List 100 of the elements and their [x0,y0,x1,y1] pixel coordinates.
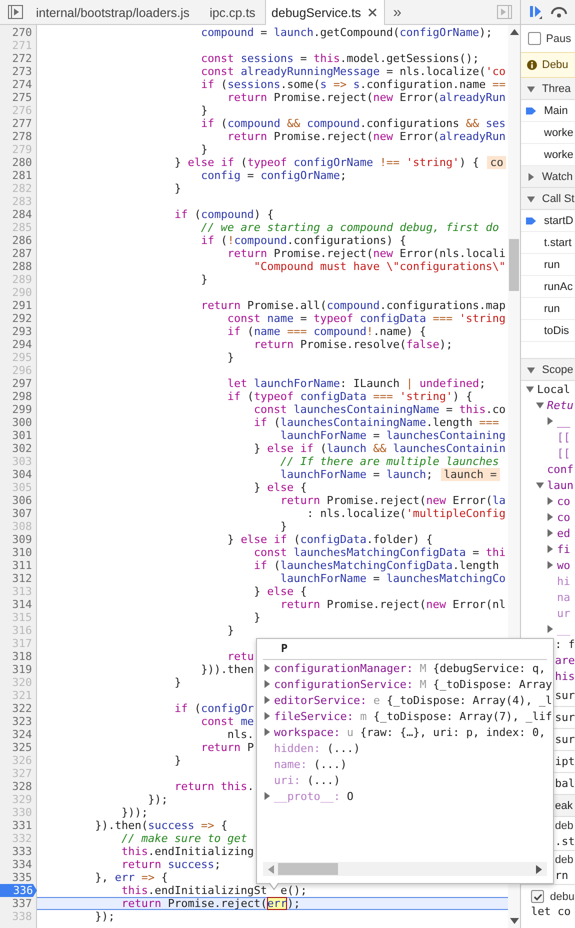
line-number[interactable]: 277 [0,117,37,130]
scrollbar-thumb[interactable] [278,863,338,875]
triangle-right-icon[interactable] [263,680,271,688]
call-frame[interactable]: run [521,254,575,276]
section-header[interactable]: Threa [521,78,575,100]
line-number[interactable]: 292 [0,312,37,325]
checkbox[interactable] [531,890,544,903]
line-number[interactable]: 334 [0,858,37,871]
section-header[interactable]: Call St [521,188,575,210]
triangle-right-icon[interactable] [546,529,554,537]
call-frame[interactable]: toDis [521,320,575,342]
more-tabs-button[interactable]: » [385,0,410,24]
line-number[interactable]: 331 [0,819,37,832]
triangle-right-icon[interactable] [263,712,271,720]
line-number[interactable]: 298 [0,390,37,403]
line-number[interactable]: 274 [0,78,37,91]
line-number[interactable]: 319 [0,663,37,676]
checkbox[interactable] [528,32,541,45]
line-number[interactable]: 312 [0,572,37,585]
triangle-down-icon[interactable] [527,84,535,92]
property-name[interactable]: co [557,494,570,508]
scroll-up-arrow-icon[interactable] [510,29,518,35]
property-name[interactable]: laun [547,478,574,492]
scope-section-header[interactable]: bal [555,773,575,795]
property-name[interactable]: __ [557,414,570,428]
step-over-icon[interactable] [550,6,568,18]
triangle-right-icon[interactable] [527,172,535,180]
line-number[interactable]: 309 [0,533,37,546]
section-header[interactable]: Watch [521,166,575,188]
triangle-right-icon[interactable] [546,625,554,633]
property-name[interactable]: co [557,510,570,524]
line-number[interactable]: 280 [0,156,37,169]
scope-section-header[interactable]: sur [555,729,575,751]
line-number[interactable]: 291 [0,299,37,312]
triangle-down-icon[interactable] [536,481,544,489]
scope-section-header[interactable]: sur [555,685,575,707]
line-number[interactable]: 311 [0,559,37,572]
line-number[interactable]: 286 [0,234,37,247]
horizontal-scrollbar[interactable] [263,862,547,876]
panel-toggle-icon[interactable] [497,5,512,19]
line-number[interactable]: 314 [0,598,37,611]
triangle-right-icon[interactable] [546,513,554,521]
property-name[interactable]: hi [557,574,570,588]
line-number[interactable]: 301 [0,429,37,442]
triangle-right-icon[interactable] [263,664,271,672]
property-name[interactable]: wo [557,558,570,572]
property-name[interactable]: conf [547,462,574,476]
line-number[interactable]: 336 [0,884,37,897]
triangle-right-icon[interactable] [546,417,554,425]
property-name[interactable]: [[ [557,430,570,444]
breakpoint-file[interactable]: debu [550,890,574,902]
property-name[interactable]: [[ [557,446,570,460]
editor-tab[interactable]: ipc.cp.ts [200,0,266,25]
triangle-down-icon[interactable] [526,385,534,393]
line-number[interactable]: 293 [0,325,37,338]
call-frame[interactable]: startD [521,210,575,232]
thread-item[interactable]: worke [521,122,575,144]
line-number[interactable]: 325 [0,741,37,754]
panel-toggle-icon[interactable] [8,5,23,19]
resume-icon[interactable] [530,5,542,19]
breakpoint-file[interactable]: deb [555,820,574,832]
triangle-right-icon[interactable] [263,792,271,800]
property-name[interactable]: ur [557,606,570,620]
line-number[interactable]: 270 [0,26,37,39]
line-number[interactable]: 318 [0,650,37,663]
line-number[interactable]: 294 [0,338,37,351]
line-number[interactable]: 275 [0,91,37,104]
scope-section-header[interactable]: ipt [555,751,575,773]
triangle-right-icon[interactable] [546,545,554,553]
triangle-right-icon[interactable] [546,561,554,569]
line-number[interactable]: 324 [0,728,37,741]
line-number[interactable]: 299 [0,403,37,416]
scrollbar-thumb[interactable] [509,239,519,291]
line-number[interactable]: 284 [0,208,37,221]
editor-tab[interactable]: debugService.ts [265,0,386,25]
scroll-right-arrow-icon[interactable] [536,864,542,874]
line-number[interactable]: 310 [0,546,37,559]
line-number[interactable]: 300 [0,416,37,429]
section-header[interactable]: Scope [521,359,575,381]
property-name[interactable]: na [557,590,570,604]
call-frame[interactable]: run [521,298,575,320]
line-number[interactable]: 306 [0,494,37,507]
triangle-down-icon[interactable] [527,194,535,202]
line-number[interactable]: 304 [0,468,37,481]
line-number[interactable]: 278 [0,130,37,143]
editor-tab[interactable]: internal/bootstrap/loaders.js [26,0,200,25]
property-name[interactable]: __ [557,622,570,636]
line-number[interactable]: 323 [0,715,37,728]
line-number[interactable]: 302 [0,442,37,455]
line-number[interactable]: 297 [0,377,37,390]
line-number[interactable]: 273 [0,65,37,78]
close-icon[interactable] [368,8,378,17]
line-number[interactable]: 272 [0,52,37,65]
line-number[interactable]: 328 [0,780,37,793]
line-number[interactable]: 281 [0,169,37,182]
property-name[interactable]: Retu [547,398,574,412]
property-name[interactable]: ed [557,526,570,540]
triangle-down-icon[interactable] [536,401,544,409]
call-frame[interactable]: runAc [521,276,575,298]
triangle-down-icon[interactable] [527,366,535,374]
